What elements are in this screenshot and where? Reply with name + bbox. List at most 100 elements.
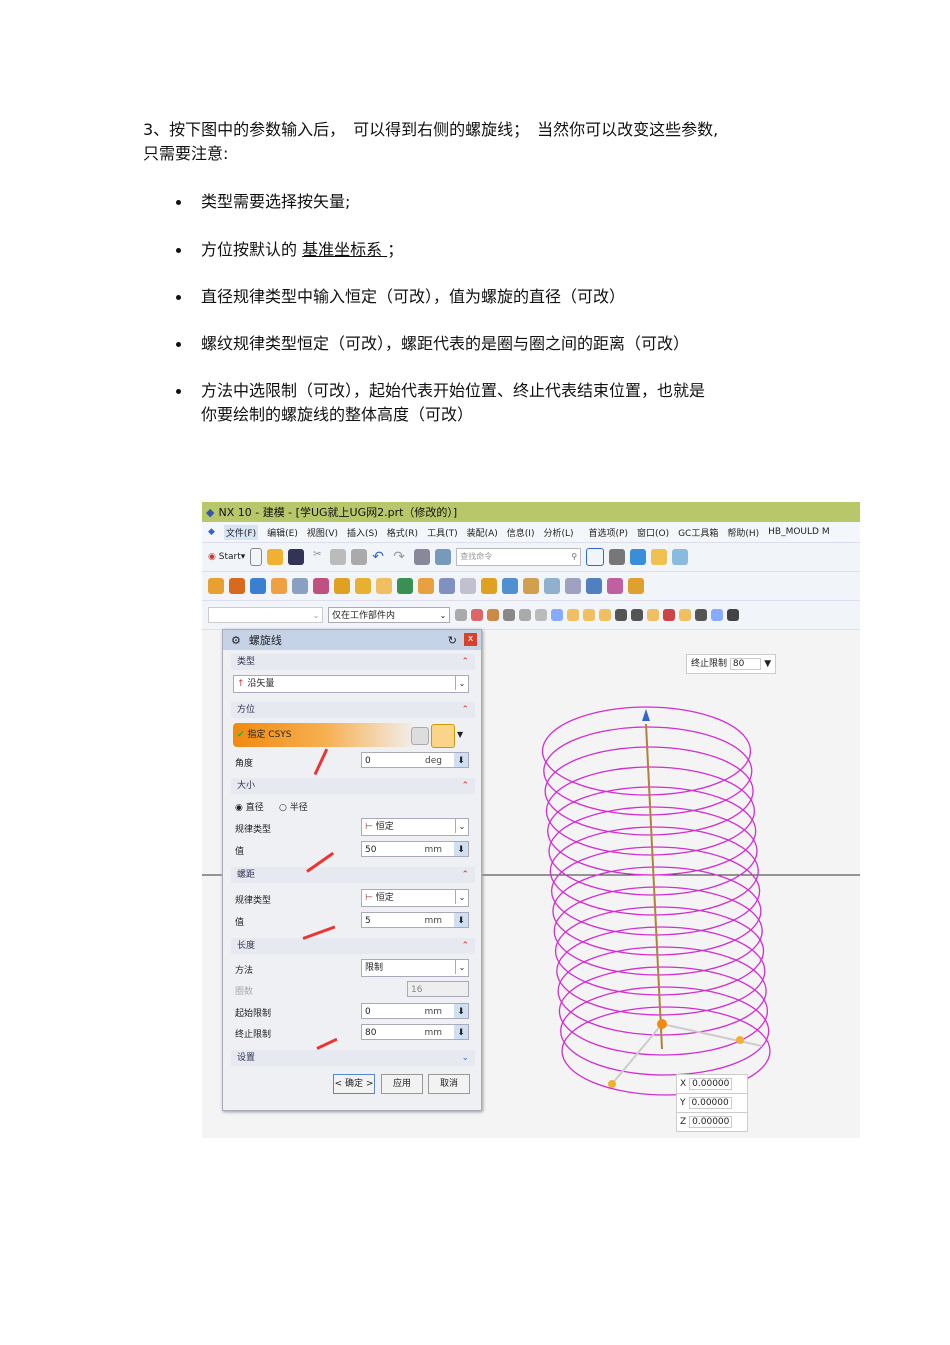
snap-tool-icon[interactable] xyxy=(519,609,531,621)
feature-tool-icon[interactable] xyxy=(439,578,455,594)
law-type-select[interactable]: ⊢ 恒定 ⌄ xyxy=(361,818,469,836)
csys-dropdown[interactable]: ▼ xyxy=(457,730,463,739)
open-icon[interactable] xyxy=(267,549,284,565)
menu-view[interactable]: 视图(V) xyxy=(307,526,338,539)
render-style-icon[interactable] xyxy=(609,549,626,565)
menu-help[interactable]: 帮助(H) xyxy=(727,526,759,539)
clip-icon[interactable] xyxy=(672,549,689,565)
command-search-input[interactable]: 查找命令 ⚲ xyxy=(456,548,582,566)
feature-tool-icon[interactable] xyxy=(418,578,434,594)
section-settings[interactable]: 设置 ⌄ xyxy=(231,1050,475,1066)
feature-tool-icon[interactable] xyxy=(292,578,308,594)
apply-button[interactable]: 应用 xyxy=(381,1074,423,1094)
snap-tool-icon[interactable] xyxy=(567,609,579,621)
menu-preferences[interactable]: 首选项(P) xyxy=(589,526,628,539)
section-size[interactable]: 大小 ⌃ xyxy=(231,778,475,794)
feature-tool-icon[interactable] xyxy=(586,578,602,594)
menu-analysis[interactable]: 分析(L) xyxy=(543,526,573,539)
undo-icon[interactable]: ↶ xyxy=(372,549,388,565)
section-orientation[interactable]: 方位 ⌃ xyxy=(231,702,475,718)
cut-icon[interactable]: ✂ xyxy=(309,549,325,565)
snap-tool-icon[interactable] xyxy=(711,609,723,621)
snap-tool-icon[interactable] xyxy=(727,609,739,621)
menu-assembly[interactable]: 装配(A) xyxy=(467,526,498,539)
method-select[interactable]: 限制 ⌄ xyxy=(361,959,469,977)
snap-tool-icon[interactable] xyxy=(679,609,691,621)
layer-icon[interactable] xyxy=(414,549,431,565)
snap-tool-icon[interactable] xyxy=(599,609,611,621)
feature-tool-icon[interactable] xyxy=(313,578,329,594)
snap-tool-icon[interactable] xyxy=(647,609,659,621)
menu-file[interactable]: 文件(F) xyxy=(223,524,259,540)
snap-tool-icon[interactable] xyxy=(551,609,563,621)
feature-tool-icon[interactable] xyxy=(502,578,518,594)
menu-gc-toolbox[interactable]: GC工具箱 xyxy=(678,526,718,539)
diameter-input[interactable]: 50 mm ⬇ xyxy=(361,841,469,857)
feature-tool-icon[interactable] xyxy=(271,578,287,594)
feature-tool-icon[interactable] xyxy=(628,578,644,594)
coord-z[interactable]: Z 0.00000 xyxy=(676,1112,748,1132)
end-limit-input[interactable]: 80 mm ⬇ xyxy=(361,1024,469,1040)
new-icon[interactable] xyxy=(250,548,263,566)
paste-icon[interactable] xyxy=(351,549,368,565)
scope-filter-select[interactable]: 仅在工作部件内 ⌄ xyxy=(328,607,450,623)
gear-icon[interactable]: ⚙ xyxy=(231,634,241,647)
feature-tool-icon[interactable] xyxy=(481,578,497,594)
feature-tool-icon[interactable] xyxy=(460,578,476,594)
menu-tools[interactable]: 工具(T) xyxy=(427,526,458,539)
link-datum-csys[interactable]: 基准坐标系 xyxy=(302,240,387,259)
fit-icon[interactable] xyxy=(586,548,605,566)
section-type[interactable]: 类型 ⌃ xyxy=(231,654,475,670)
snap-tool-icon[interactable] xyxy=(471,609,483,621)
feature-tool-icon[interactable] xyxy=(544,578,560,594)
start-button[interactable]: ◉ Start▾ xyxy=(208,552,245,562)
radio-radius[interactable]: ○ 半径 xyxy=(279,800,308,813)
feature-tool-icon[interactable] xyxy=(397,578,413,594)
snap-tool-icon[interactable] xyxy=(455,609,467,621)
end-limit-tag[interactable]: 终止限制 80 ▼ xyxy=(686,654,777,674)
copy-icon[interactable] xyxy=(330,549,347,565)
view-orient-icon[interactable] xyxy=(630,549,647,565)
menu-format[interactable]: 格式(R) xyxy=(387,526,418,539)
radio-diameter[interactable]: ◉ 直径 xyxy=(235,800,264,813)
snap-tool-icon[interactable] xyxy=(535,609,547,621)
snap-tool-icon[interactable] xyxy=(503,609,515,621)
command-finder-icon[interactable] xyxy=(435,549,452,565)
pitch-law-select[interactable]: ⊢ 恒定 ⌄ xyxy=(361,889,469,907)
feature-tool-icon[interactable] xyxy=(208,578,224,594)
snap-tool-icon[interactable] xyxy=(615,609,627,621)
csys-dialog-icon[interactable] xyxy=(411,727,429,745)
csys-icon[interactable] xyxy=(431,724,455,748)
snap-tool-icon[interactable] xyxy=(631,609,643,621)
snap-tool-icon[interactable] xyxy=(695,609,707,621)
close-button[interactable]: x xyxy=(464,633,477,646)
menu-insert[interactable]: 插入(S) xyxy=(347,526,378,539)
section-pitch[interactable]: 螺距 ⌃ xyxy=(231,867,475,883)
pitch-input[interactable]: 5 mm ⬇ xyxy=(361,912,469,928)
menu-hb-mould[interactable]: HB_MOULD M xyxy=(768,527,829,537)
menu-window[interactable]: 窗口(O) xyxy=(637,526,669,539)
reset-icon[interactable]: ↻ xyxy=(448,634,457,647)
feature-tool-icon[interactable] xyxy=(565,578,581,594)
menu-info[interactable]: 信息(I) xyxy=(507,526,535,539)
feature-tool-icon[interactable] xyxy=(607,578,623,594)
feature-tool-icon[interactable] xyxy=(376,578,392,594)
menu-edit[interactable]: 编辑(E) xyxy=(267,526,298,539)
feature-tool-icon[interactable] xyxy=(355,578,371,594)
feature-tool-icon[interactable] xyxy=(523,578,539,594)
section-length[interactable]: 长度 ⌃ xyxy=(231,938,475,954)
snap-tool-icon[interactable] xyxy=(583,609,595,621)
ok-button[interactable]: < 确定 > xyxy=(333,1074,375,1094)
feature-tool-icon[interactable] xyxy=(229,578,245,594)
redo-icon[interactable]: ↷ xyxy=(393,549,409,565)
feature-tool-icon[interactable] xyxy=(334,578,350,594)
angle-input[interactable]: 0 deg ⬇ xyxy=(361,752,469,768)
spin-icon[interactable]: ⬇ xyxy=(454,753,468,767)
coord-y[interactable]: Y 0.00000 xyxy=(676,1093,748,1113)
type-select[interactable]: ↑ 沿矢量 ⌄ xyxy=(233,675,469,693)
section-icon[interactable] xyxy=(651,549,668,565)
coord-x[interactable]: X 0.00000 xyxy=(676,1074,748,1094)
cancel-button[interactable]: 取消 xyxy=(428,1074,470,1094)
snap-tool-icon[interactable] xyxy=(663,609,675,621)
feature-tool-icon[interactable] xyxy=(250,578,266,594)
